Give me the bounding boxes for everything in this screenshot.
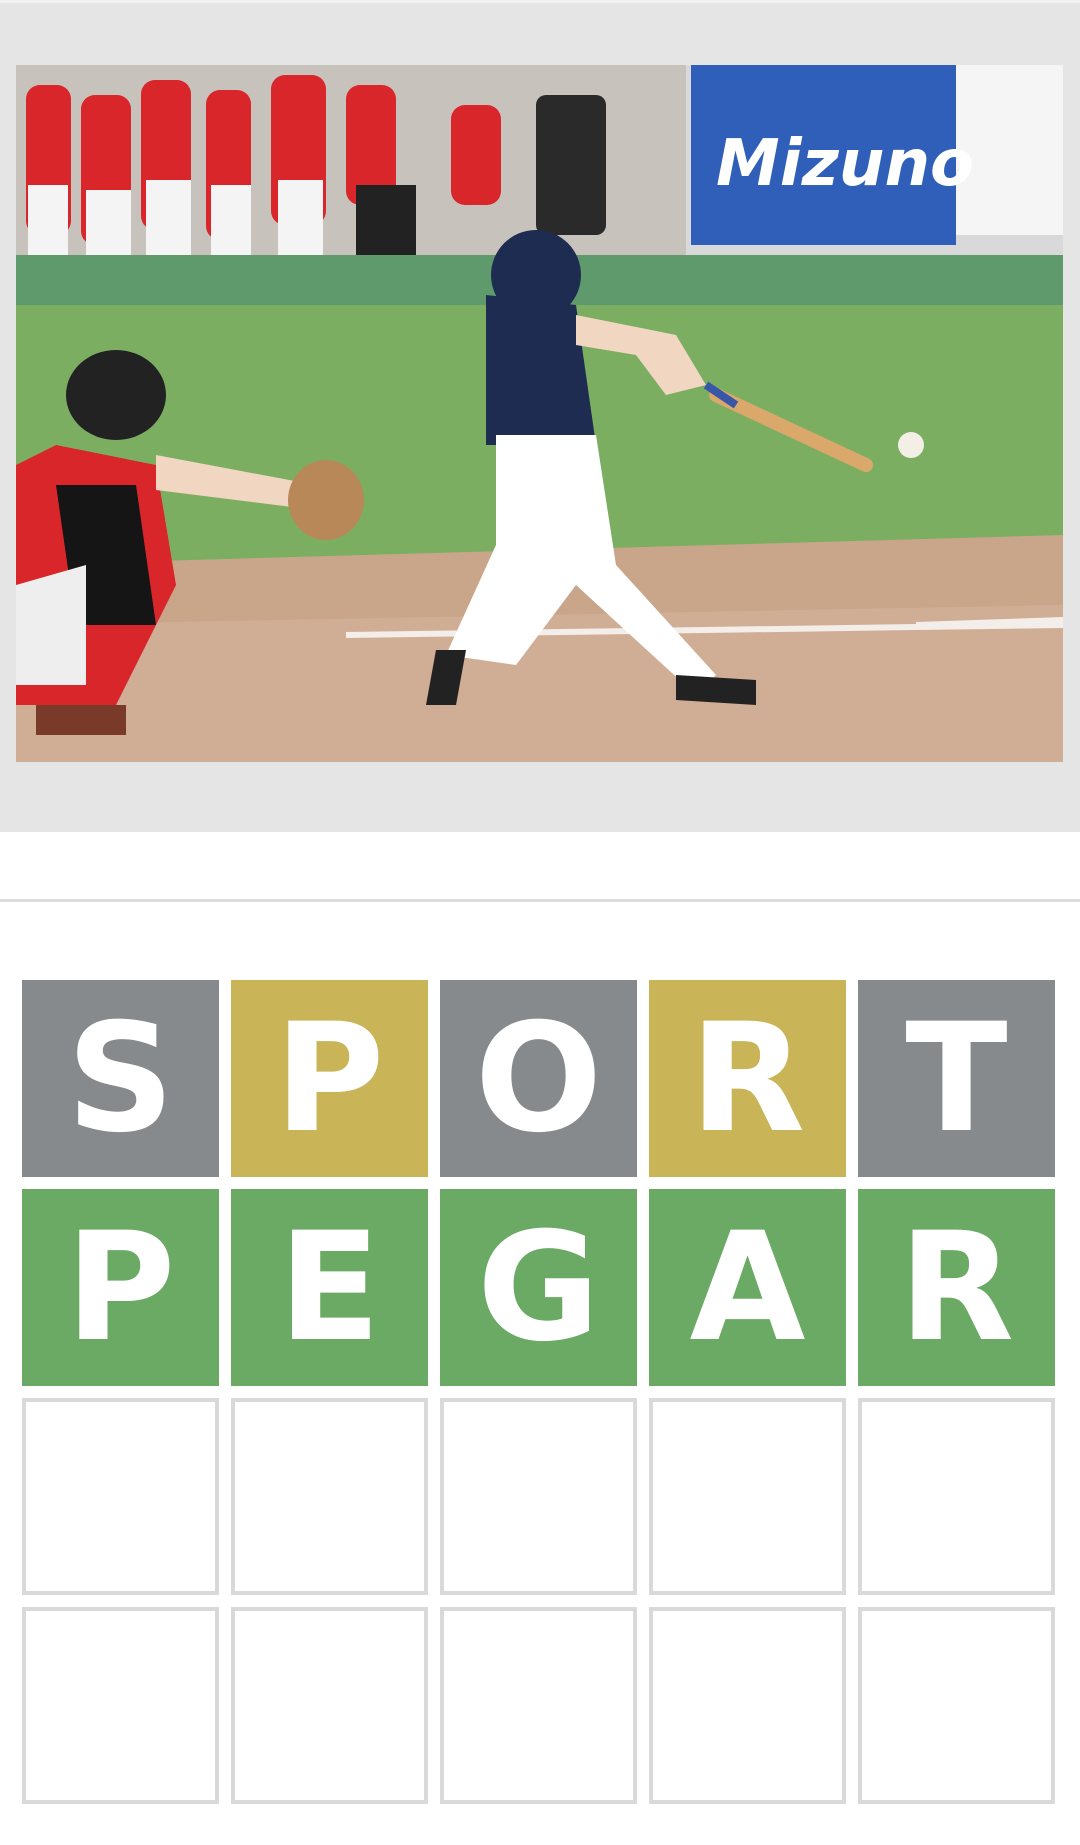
- tile: O: [440, 980, 637, 1177]
- guess-row-1: S P O R T: [22, 980, 1058, 1177]
- photo-panel: Mizuno: [0, 0, 1080, 832]
- tile: [22, 1607, 219, 1804]
- tile: R: [649, 980, 846, 1177]
- tile: P: [231, 980, 428, 1177]
- tile: [858, 1607, 1055, 1804]
- tile: [231, 1607, 428, 1804]
- tile: E: [231, 1189, 428, 1386]
- banner-logo-text: Mizuno: [716, 127, 974, 201]
- tile: [231, 1398, 428, 1595]
- divider: [0, 899, 1080, 902]
- tile: [649, 1607, 846, 1804]
- guess-row-4: [22, 1607, 1058, 1804]
- tile: [440, 1398, 637, 1595]
- tile: [858, 1398, 1055, 1595]
- tile: A: [649, 1189, 846, 1386]
- tile: [22, 1398, 219, 1595]
- baseball-photo-illustration: Mizuno: [16, 65, 1063, 762]
- game-board: S P O R T P E G A R: [22, 980, 1058, 1816]
- tile: T: [858, 980, 1055, 1177]
- guess-row-2: P E G A R: [22, 1189, 1058, 1386]
- baseball-photo: Mizuno: [16, 65, 1063, 762]
- tile: P: [22, 1189, 219, 1386]
- tile: [440, 1607, 637, 1804]
- guess-row-3: [22, 1398, 1058, 1595]
- tile: [649, 1398, 846, 1595]
- tile: G: [440, 1189, 637, 1386]
- tile: S: [22, 980, 219, 1177]
- tile: R: [858, 1189, 1055, 1386]
